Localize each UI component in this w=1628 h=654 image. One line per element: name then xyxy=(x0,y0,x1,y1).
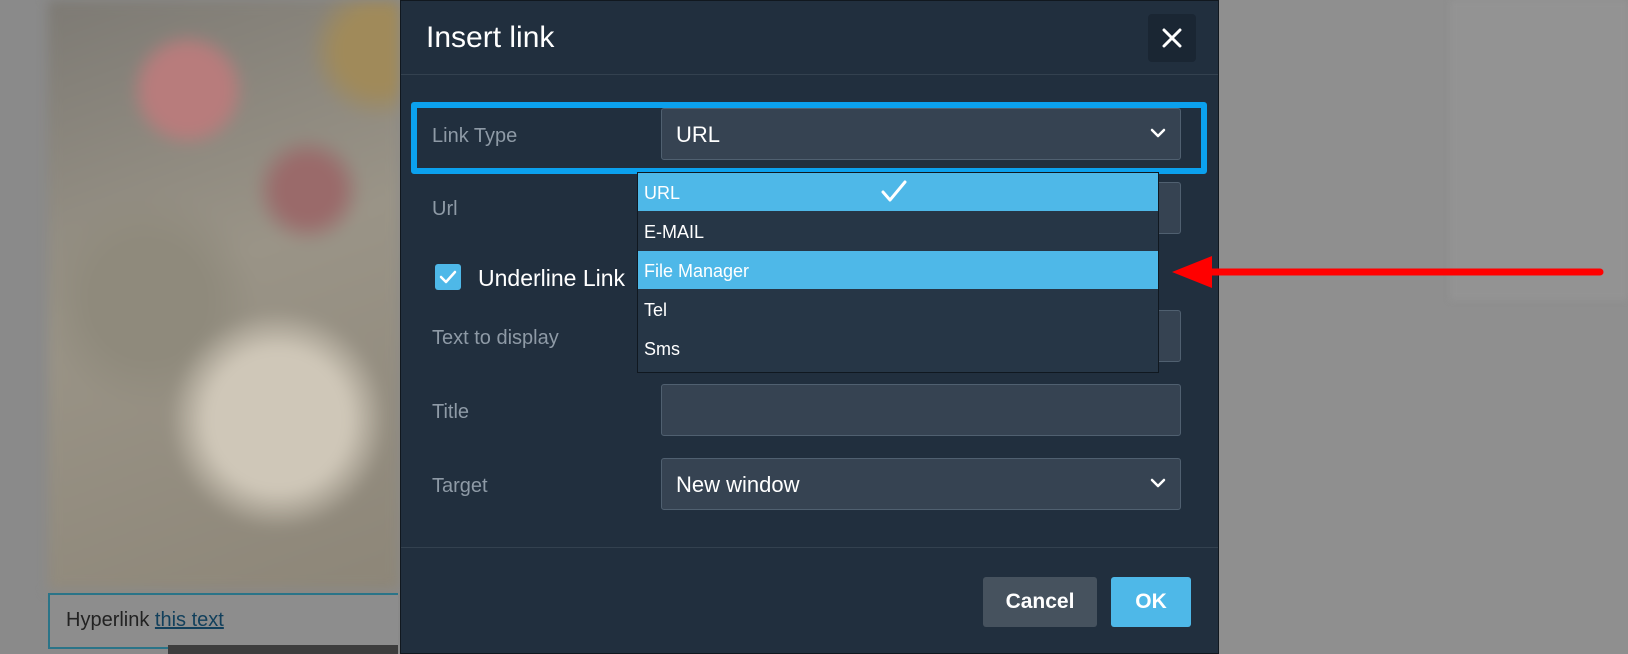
chevron-down-icon xyxy=(1150,128,1166,138)
option-label: File Manager xyxy=(644,261,750,281)
annotation-arrow-icon xyxy=(1172,256,1604,288)
url-label: Url xyxy=(432,198,458,220)
close-icon xyxy=(1162,28,1182,48)
link-type-dropdown: URL E-MAIL File Manager Tel Sms xyxy=(637,172,1159,373)
ok-button[interactable]: OK xyxy=(1111,577,1191,627)
target-select[interactable]: New window xyxy=(661,458,1181,510)
chevron-down-icon xyxy=(1150,478,1166,488)
target-value: New window xyxy=(676,472,800,497)
dropdown-option-file-manager[interactable]: File Manager xyxy=(638,251,1158,289)
background-image xyxy=(48,0,400,590)
underline-checkbox[interactable] xyxy=(435,264,461,290)
dialog-header: Insert link xyxy=(401,1,1218,75)
title-input[interactable] xyxy=(661,384,1181,436)
link-type-label: Link Type xyxy=(432,125,518,147)
target-label: Target xyxy=(432,475,488,497)
editor-text-block: Hyperlink this text xyxy=(48,593,398,649)
underline-label: Underline Link xyxy=(478,265,626,291)
option-label: URL xyxy=(644,183,681,203)
hyperlink-prefix: Hyperlink xyxy=(66,609,150,631)
background-toolbar xyxy=(168,645,398,654)
link-type-select[interactable]: URL xyxy=(661,108,1181,160)
dropdown-option-tel[interactable]: Tel xyxy=(638,290,1158,328)
check-icon xyxy=(439,270,457,284)
title-label: Title xyxy=(432,401,470,423)
option-label: Tel xyxy=(644,300,668,320)
footer-divider xyxy=(401,547,1218,548)
dropdown-option-sms[interactable]: Sms xyxy=(638,329,1158,367)
dialog-title: Insert link xyxy=(426,21,555,54)
hyperlink-text[interactable]: this text xyxy=(155,609,224,631)
link-type-value: URL xyxy=(676,122,721,147)
cancel-button[interactable]: Cancel xyxy=(983,577,1097,627)
text-to-display-label: Text to display xyxy=(432,327,559,349)
dropdown-option-url[interactable]: URL xyxy=(638,173,1158,211)
option-label: Sms xyxy=(644,339,680,359)
close-button[interactable] xyxy=(1148,14,1196,62)
dropdown-option-email[interactable]: E-MAIL xyxy=(638,212,1158,250)
option-label: E-MAIL xyxy=(644,222,705,242)
checkmark-icon xyxy=(881,180,907,202)
